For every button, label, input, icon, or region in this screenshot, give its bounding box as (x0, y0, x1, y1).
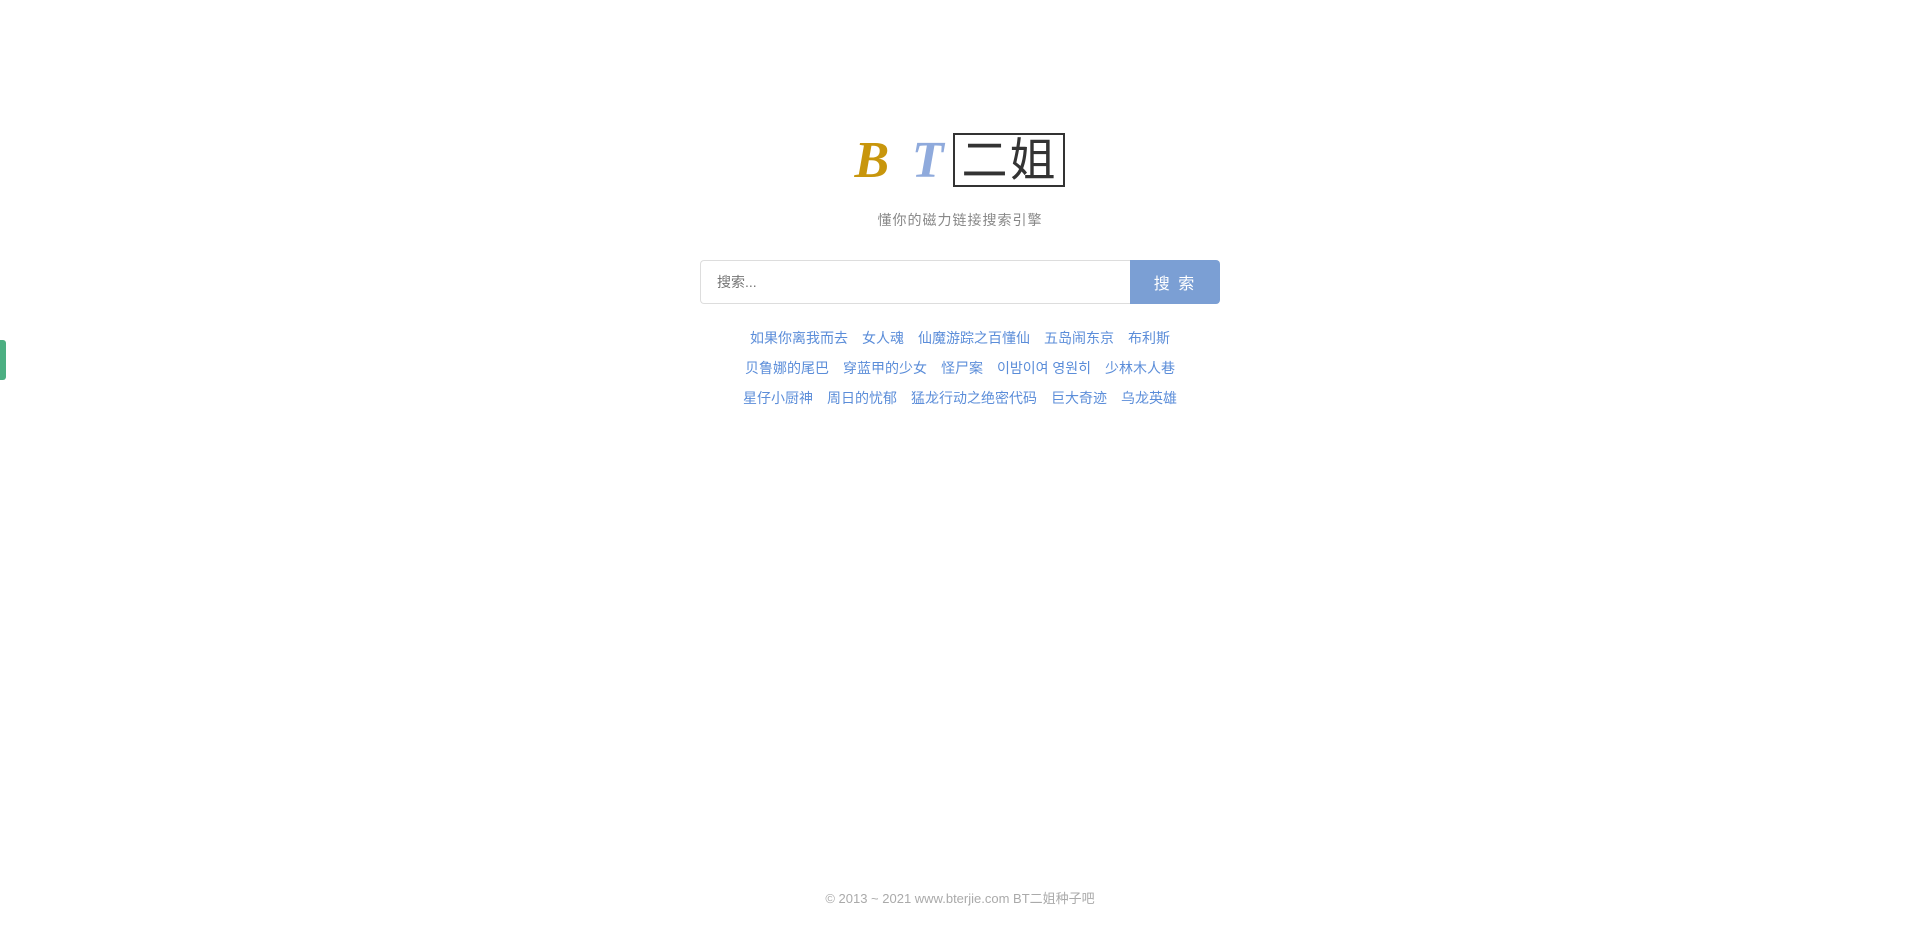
left-indicator (0, 340, 6, 380)
hot-link-item[interactable]: 周日的忧郁 (827, 388, 897, 408)
hot-link-item[interactable]: 怪尸案 (941, 358, 983, 378)
hot-links: 如果你离我而去 女人魂 仙魔游踪之百懂仙 五岛闹东京 布利斯 贝鲁娜的尾巴 穿蓝… (743, 328, 1177, 408)
logo-container: B T 二姐 (855, 130, 1066, 190)
hot-link-item[interactable]: 仙魔游踪之百懂仙 (918, 328, 1030, 348)
logo-chinese: 二姐 (953, 133, 1065, 188)
hot-link-item[interactable]: 五岛闹东京 (1044, 328, 1114, 348)
hot-link-item[interactable]: 乌龙英雄 (1121, 388, 1177, 408)
hot-link-item[interactable]: 少林木人巷 (1105, 358, 1175, 378)
hot-link-item[interactable]: 布利斯 (1128, 328, 1170, 348)
logo-bt: B T (855, 130, 948, 190)
footer: © 2013 ~ 2021 www.bterjie.com BT二姐种子吧 (0, 888, 1920, 907)
search-button[interactable]: 搜 索 (1130, 260, 1220, 304)
hot-link-item[interactable]: 星仔小厨神 (743, 388, 813, 408)
hot-links-row-3: 星仔小厨神 周日的忧郁 猛龙行动之绝密代码 巨大奇迹 乌龙英雄 (743, 388, 1177, 408)
hot-link-item[interactable]: 贝鲁娜的尾巴 (745, 358, 829, 378)
hot-links-row-1: 如果你离我而去 女人魂 仙魔游踪之百懂仙 五岛闹东京 布利斯 (750, 328, 1170, 348)
hot-links-row-2: 贝鲁娜的尾巴 穿蓝甲的少女 怪尸案 이밤이여 영원히 少林木人巷 (745, 358, 1175, 378)
hot-link-item[interactable]: 巨大奇迹 (1051, 388, 1107, 408)
hot-link-item[interactable]: 穿蓝甲的少女 (843, 358, 927, 378)
logo-b-letter: B (855, 132, 894, 189)
logo-jie-char: 姐 (1009, 134, 1057, 186)
hot-link-item[interactable]: 如果你离我而去 (750, 328, 848, 348)
hot-link-item[interactable]: 猛龙行动之绝密代码 (911, 388, 1037, 408)
footer-text: © 2013 ~ 2021 www.bterjie.com BT二姐种子吧 (825, 891, 1094, 906)
search-container: 搜 索 (700, 260, 1220, 304)
logo-t-letter: T (912, 132, 948, 189)
logo-er-char: 二 (961, 134, 1009, 186)
search-input[interactable] (700, 260, 1130, 304)
hot-link-item[interactable]: 이밤이여 영원히 (997, 358, 1091, 378)
main-content: B T 二姐 懂你的磁力链接搜索引擎 搜 索 如果你离我而去 女人魂 仙魔游踪之… (0, 130, 1920, 408)
subtitle: 懂你的磁力链接搜索引擎 (878, 210, 1043, 230)
hot-link-item[interactable]: 女人魂 (862, 328, 904, 348)
